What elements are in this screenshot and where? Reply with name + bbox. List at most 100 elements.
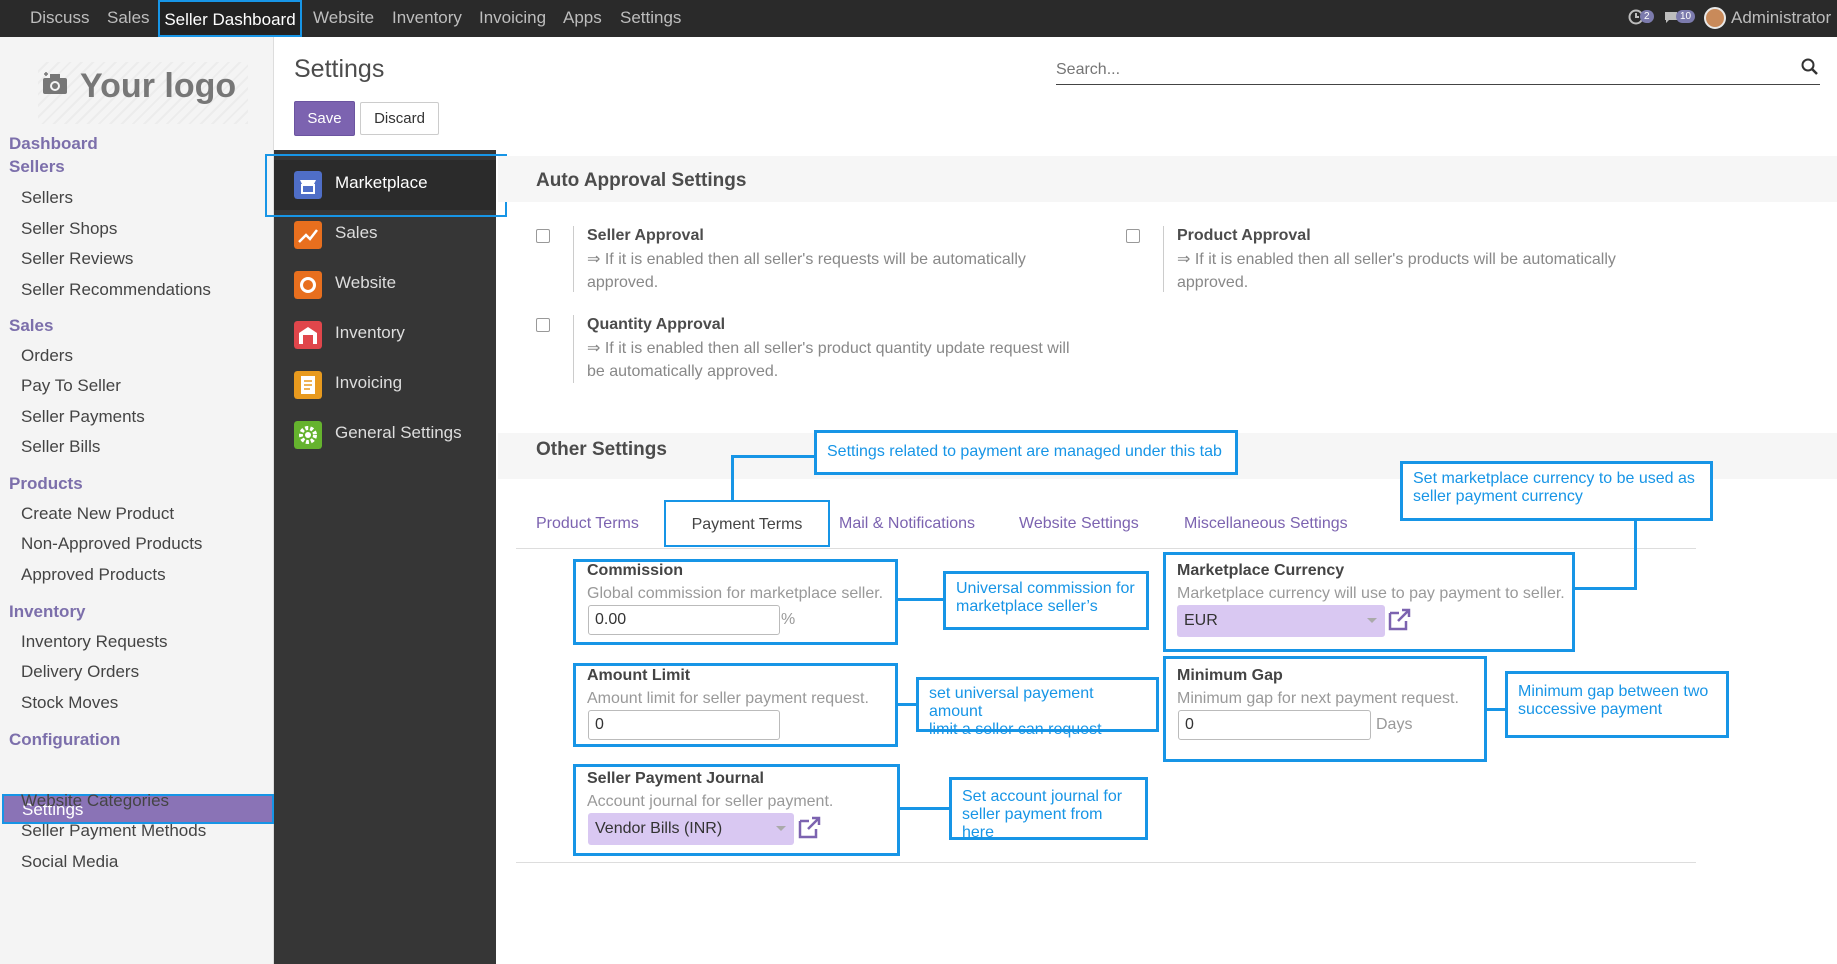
user-menu[interactable]: Administrator (1731, 0, 1831, 35)
sidebar-item-approved-products[interactable]: Approved Products (21, 565, 166, 585)
app-tab-website[interactable]: Website (274, 260, 496, 310)
sidebar-item-social-media[interactable]: Social Media (21, 852, 118, 872)
external-link-icon[interactable] (1386, 607, 1412, 633)
divider (573, 226, 574, 292)
callout-line: successive payment (1518, 701, 1663, 718)
commission-input[interactable] (588, 605, 780, 635)
product-approval-checkbox[interactable] (1126, 229, 1140, 243)
menu-discuss[interactable]: Discuss (30, 0, 90, 37)
app-tab-general-settings[interactable]: General Settings (274, 410, 496, 460)
connector (1487, 708, 1507, 711)
amount-limit-input[interactable] (588, 710, 780, 740)
sidebar-item-seller-payment-methods[interactable]: Seller Payment Methods (21, 821, 206, 841)
connector (1634, 520, 1637, 590)
callout-line: set universal payement amount (929, 685, 1094, 720)
sidebar-item-sellers[interactable]: Sellers (21, 188, 73, 208)
quantity-approval-checkbox[interactable] (536, 318, 550, 332)
page-title: Settings (294, 55, 385, 83)
activity-button[interactable]: 2 (1628, 8, 1654, 25)
minimum-gap-suffix: Days (1376, 716, 1413, 733)
connector (898, 598, 944, 601)
quantity-approval-title: Quantity Approval (587, 316, 726, 333)
top-navbar: Discuss Sales Seller Dashboard Website I… (0, 0, 1837, 37)
callout-payment-tab: Settings related to payment are managed … (814, 430, 1238, 475)
currency-select-value: EUR (1184, 612, 1218, 629)
tab-website-settings[interactable]: Website Settings (1019, 515, 1139, 533)
tab-product-terms[interactable]: Product Terms (536, 515, 639, 533)
search-icon[interactable] (1800, 57, 1820, 77)
sidebar-item-orders[interactable]: Orders (21, 346, 73, 366)
menu-inventory[interactable]: Inventory (392, 0, 462, 37)
app-tab-invoicing[interactable]: Invoicing (274, 360, 496, 410)
app-tab-inventory[interactable]: Inventory (274, 310, 496, 360)
discard-button[interactable]: Discard (360, 102, 439, 135)
sidebar-item-seller-payments[interactable]: Seller Payments (21, 407, 145, 427)
callout-commission: Universal commission for marketplace sel… (943, 571, 1149, 630)
sidebar-item-inventory-requests[interactable]: Inventory Requests (21, 632, 167, 652)
sales-chart-icon (294, 221, 322, 249)
sidebar-item-seller-bills[interactable]: Seller Bills (21, 437, 100, 457)
callout-line: Minimum gap between two (1518, 683, 1709, 700)
save-button[interactable]: Save (294, 101, 355, 136)
logo-text: Your logo (80, 67, 237, 105)
minimum-gap-desc: Minimum gap for next payment request. (1177, 690, 1459, 707)
activity-badge: 2 (1640, 10, 1654, 23)
sidebar-item-seller-shops[interactable]: Seller Shops (21, 219, 117, 239)
sidebar-item-delivery-orders[interactable]: Delivery Orders (21, 662, 139, 682)
tabs-divider (516, 548, 1696, 549)
warehouse-icon (294, 321, 322, 349)
app-tab-label: General Settings (335, 423, 462, 442)
sidebar-head-products: Products (9, 474, 83, 493)
seller-approval-title: Seller Approval (587, 227, 704, 244)
tab-payment-terms[interactable]: Payment Terms (664, 500, 830, 547)
amount-limit-desc: Amount limit for seller payment request. (587, 690, 869, 707)
avatar[interactable] (1704, 7, 1726, 29)
callout-line: marketplace seller’s (956, 598, 1098, 615)
sidebar-head-sales: Sales (9, 316, 54, 335)
tab-miscellaneous-settings[interactable]: Miscellaneous Settings (1184, 515, 1348, 533)
callout-line: Set marketplace currency to be used as (1413, 470, 1695, 487)
minimum-gap-input[interactable] (1178, 710, 1371, 740)
section-divider (516, 862, 1696, 863)
sidebar-head-sellers: Sellers (9, 157, 65, 176)
sidebar-head-configuration: Configuration (9, 730, 121, 749)
auto-approval-title: Auto Approval Settings (536, 170, 747, 191)
menu-website[interactable]: Website (313, 0, 374, 37)
company-logo[interactable]: Your logo (38, 62, 248, 124)
search-input[interactable] (1056, 55, 1820, 85)
tab-payment-terms-label: Payment Terms (691, 516, 803, 533)
sidebar-item-create-new-product[interactable]: Create New Product (21, 504, 174, 524)
menu-settings[interactable]: Settings (620, 0, 681, 37)
callout-currency: Set marketplace currency to be used as s… (1400, 461, 1713, 521)
callout-line: seller payment currency (1413, 488, 1583, 505)
sidebar-item-pay-to-seller[interactable]: Pay To Seller (21, 376, 121, 396)
sidebar-item-website-categories[interactable]: Website Categories (21, 791, 169, 811)
currency-select[interactable]: EUR (1177, 605, 1385, 637)
callout-minimum-gap: Minimum gap between two successive payme… (1505, 671, 1729, 738)
journal-select[interactable]: Vendor Bills (INR) (588, 813, 794, 845)
app-tab-label: Website (335, 273, 397, 292)
seller-approval-checkbox[interactable] (536, 229, 550, 243)
tab-mail-notifications[interactable]: Mail & Notifications (839, 515, 975, 533)
sidebar-item-seller-recommendations[interactable]: Seller Recommendations (21, 280, 211, 300)
gear-icon (294, 421, 322, 449)
sidebar-item-stock-moves[interactable]: Stock Moves (21, 693, 118, 713)
sidebar: Your logo Dashboard Sellers Sellers Sell… (0, 37, 274, 964)
quantity-approval-desc-2: be automatically approved. (587, 363, 779, 380)
minimum-gap-title: Minimum Gap (1177, 667, 1283, 684)
menu-seller-dashboard[interactable]: Seller Dashboard (158, 0, 302, 37)
callout-line: seller payment from here (962, 806, 1103, 841)
connector (1573, 587, 1637, 590)
app-tab-sales[interactable]: Sales (274, 210, 496, 260)
messages-button[interactable]: 10 (1664, 8, 1696, 25)
globe-icon (294, 271, 322, 299)
app-tab-label: Invoicing (335, 373, 403, 392)
app-tab-label: Sales (335, 223, 378, 242)
sidebar-item-non-approved-products[interactable]: Non-Approved Products (21, 534, 202, 554)
menu-invoicing[interactable]: Invoicing (479, 0, 546, 37)
external-link-icon[interactable] (796, 815, 822, 841)
sidebar-head-dashboard[interactable]: Dashboard (9, 134, 98, 154)
menu-apps[interactable]: Apps (563, 0, 602, 37)
sidebar-item-seller-reviews[interactable]: Seller Reviews (21, 249, 133, 269)
menu-sales[interactable]: Sales (107, 0, 150, 37)
